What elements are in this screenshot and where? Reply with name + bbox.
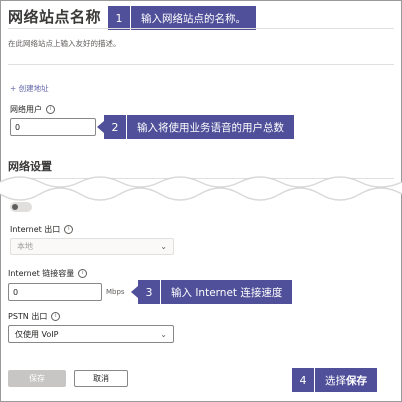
pstn-egress-label-row: PSTN 出口 i — [8, 311, 61, 322]
callout-4-text: 选择 保存 — [315, 368, 377, 392]
network-users-input[interactable]: 0 — [10, 118, 96, 136]
info-icon[interactable]: i — [51, 312, 61, 321]
callout-1-number: 1 — [108, 6, 131, 30]
create-address-link[interactable]: + 创建地址 — [10, 83, 49, 94]
info-icon[interactable]: i — [78, 269, 88, 278]
description-text: 在此网络站点上输入友好的描述。 — [8, 39, 121, 48]
callout-3-number: 3 — [138, 280, 161, 304]
network-users-label-row: 网络用户 i — [10, 104, 55, 115]
pstn-egress-selected: 仅使用 VoIP — [15, 329, 59, 339]
callout-4-text-bold: 保存 — [346, 374, 367, 387]
internet-egress-selected: 本地 — [17, 242, 33, 251]
callout-3: 3 输入 Internet 连接速度 — [138, 280, 293, 304]
torn-edge — [0, 176, 402, 201]
capacity-unit: Mbps — [106, 288, 125, 296]
callout-4-text-prefix: 选择 — [325, 374, 346, 387]
callout-2: 2 输入将使用业务语音的用户总数 — [104, 115, 294, 139]
callout-2-number: 2 — [104, 115, 127, 139]
callout-1-text: 输入网络站点的名称。 — [141, 12, 246, 25]
callout-4-number: 4 — [292, 368, 315, 392]
internet-capacity-label: Internet 链接容量 — [8, 269, 75, 278]
pstn-egress-label: PSTN 出口 — [8, 312, 48, 321]
pstn-egress-select[interactable]: 仅使用 VoIP ⌄ — [8, 325, 174, 343]
cancel-button[interactable]: 取消 — [74, 370, 128, 387]
chevron-down-icon: ⌄ — [160, 329, 167, 339]
divider — [8, 28, 394, 29]
callout-3-text: 输入 Internet 连接速度 — [171, 286, 283, 299]
save-button[interactable]: 保存 — [8, 370, 66, 387]
internet-egress-label-row: Internet 出口 i — [10, 224, 74, 235]
callout-4: 4 选择 保存 — [292, 368, 377, 392]
info-icon[interactable]: i — [64, 225, 74, 234]
page-title: 网络站点名称 — [8, 8, 102, 26]
info-icon[interactable]: i — [46, 105, 55, 114]
callout-2-text: 输入将使用业务语音的用户总数 — [137, 121, 284, 134]
chevron-down-icon: ⌄ — [160, 242, 167, 251]
internet-egress-select[interactable]: 本地 ⌄ — [10, 238, 174, 255]
divider — [8, 64, 394, 65]
callout-2-pointer — [97, 121, 104, 133]
internet-capacity-input[interactable]: 0 — [8, 283, 102, 301]
network-users-label: 网络用户 — [10, 105, 42, 114]
callout-1: 1 输入网络站点的名称。 — [108, 6, 256, 30]
callout-3-pointer — [131, 286, 138, 298]
internet-egress-label: Internet 出口 — [10, 225, 61, 234]
internet-capacity-label-row: Internet 链接容量 i — [8, 268, 88, 279]
